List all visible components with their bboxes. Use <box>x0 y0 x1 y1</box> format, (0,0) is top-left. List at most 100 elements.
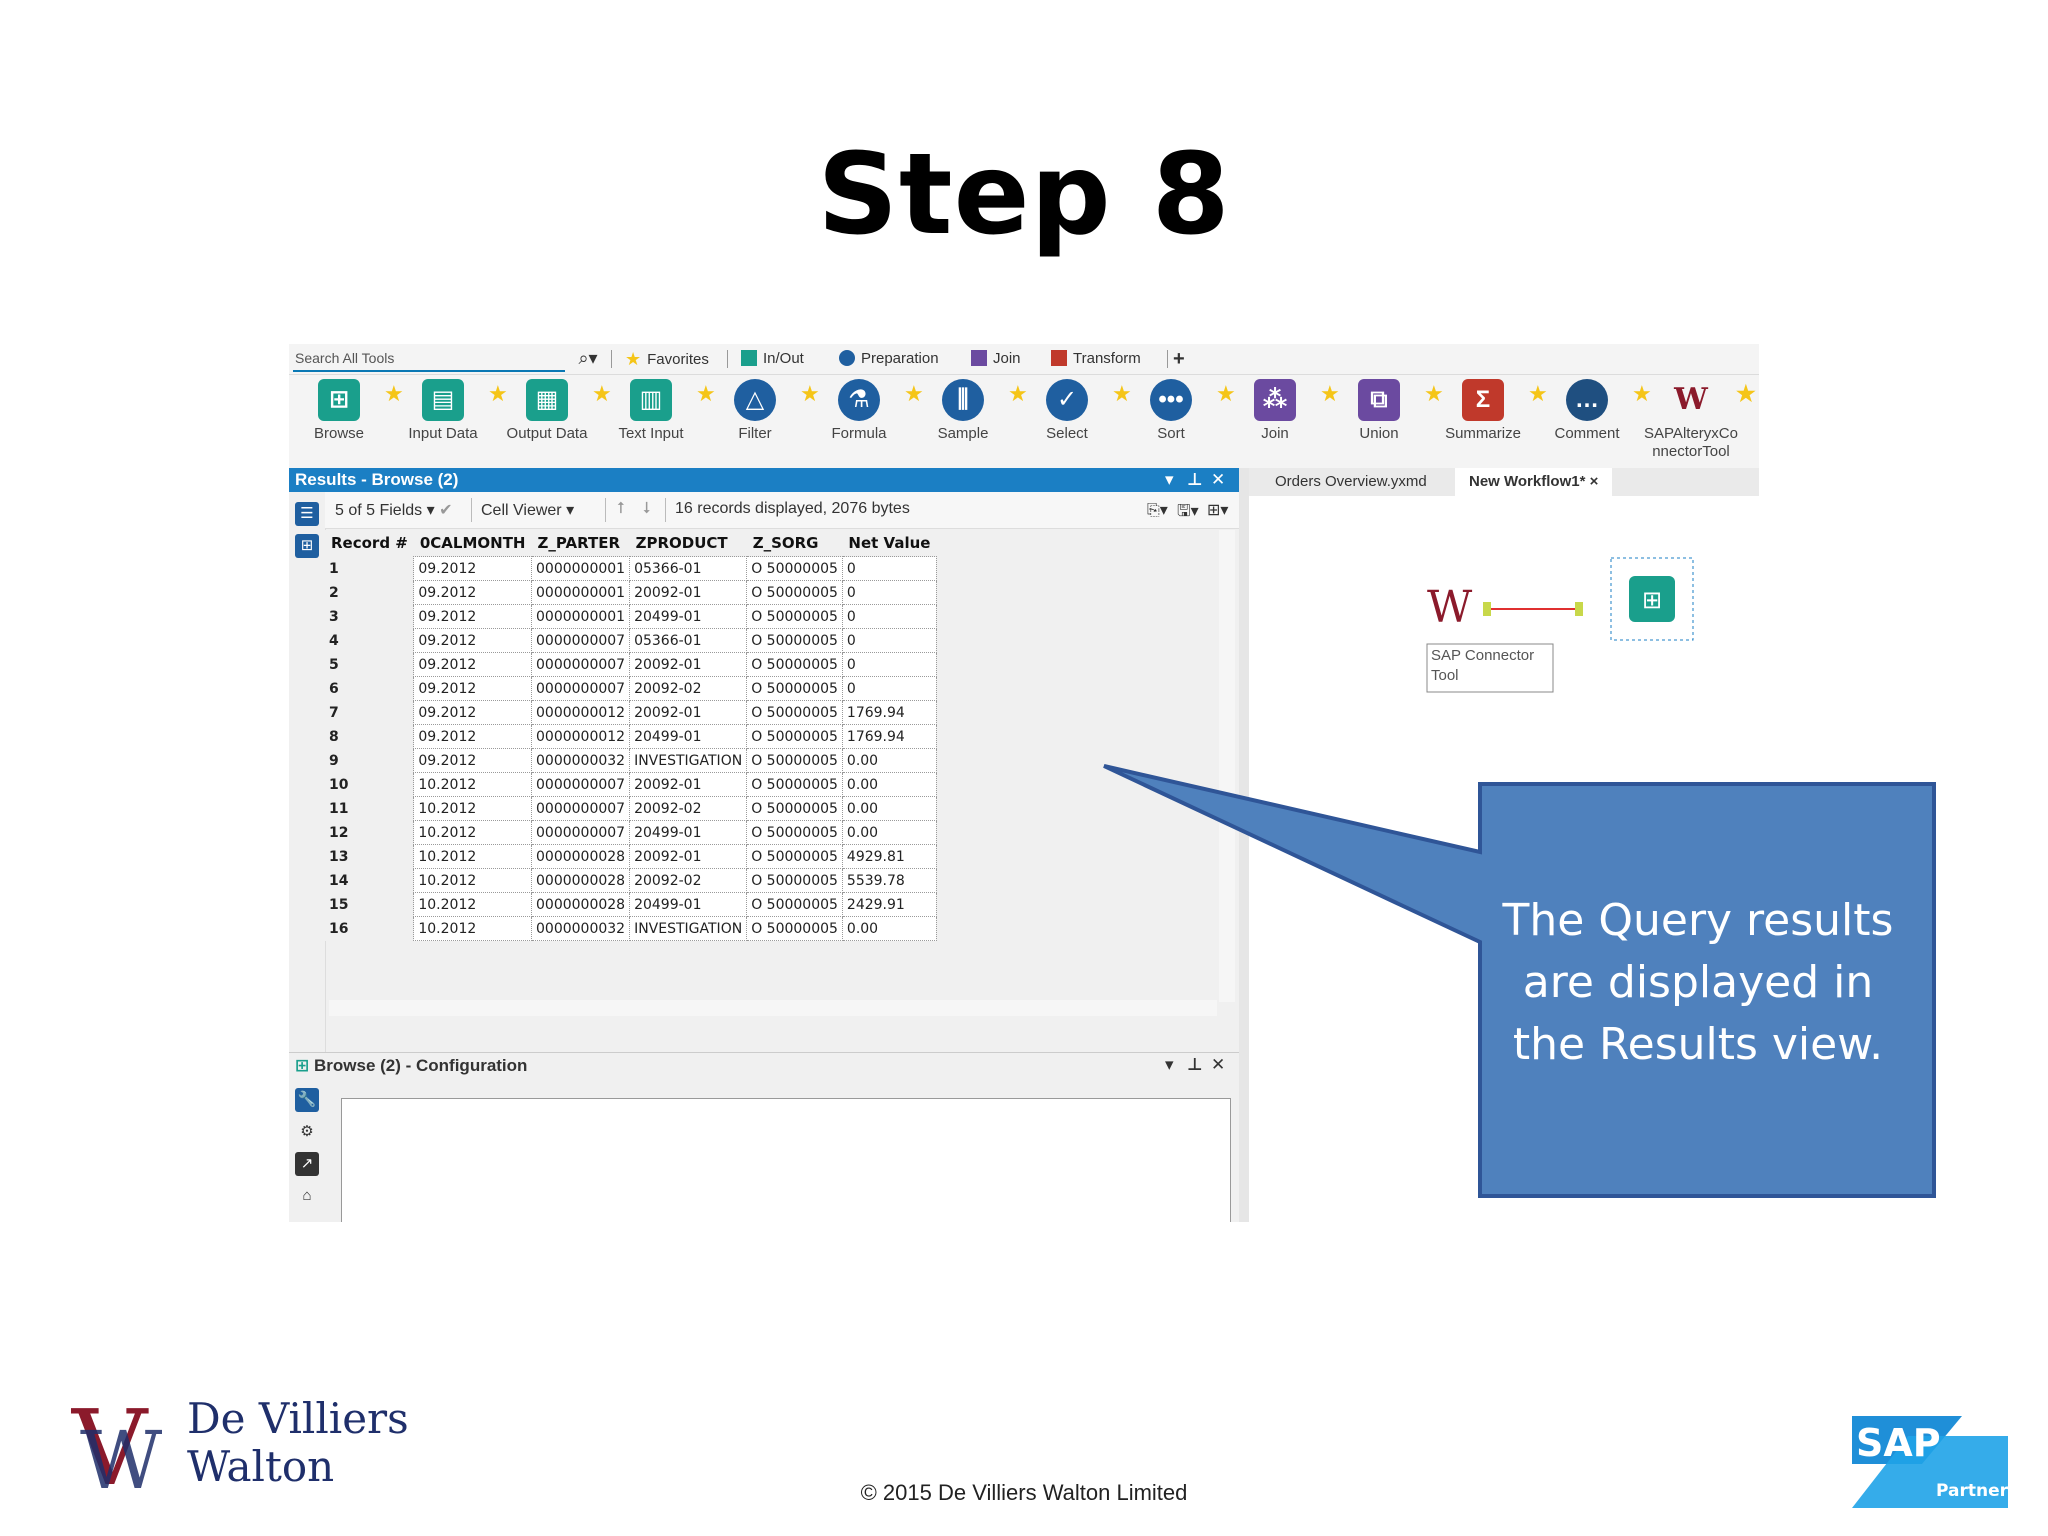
table-cell[interactable]: O 50000005 <box>746 820 843 845</box>
tool-sap-connector[interactable]: W ★ SAPAlteryxCo nnectorTool <box>1641 379 1756 461</box>
table-cell[interactable]: 0000000007 <box>530 676 631 701</box>
table-cell[interactable]: O 50000005 <box>746 892 843 917</box>
input-anchor[interactable] <box>1575 602 1583 616</box>
table-cell[interactable]: 09.2012 <box>413 652 532 677</box>
tool-sample[interactable]: ⫼ ★ Sample <box>913 379 1028 443</box>
table-cell[interactable]: 0000000007 <box>530 820 631 845</box>
table-cell[interactable]: 09.2012 <box>413 748 532 773</box>
table-cell[interactable]: O 50000005 <box>746 772 843 797</box>
table-cell[interactable]: INVESTIGATION <box>629 748 748 773</box>
table-cell[interactable]: O 50000005 <box>746 868 843 893</box>
tool-summarize[interactable]: Σ ★ Summarize <box>1433 379 1548 443</box>
gear-icon[interactable]: ⚙ <box>295 1120 319 1144</box>
tool-union[interactable]: ⧉ ★ Union <box>1329 379 1444 443</box>
pin-icon[interactable]: ⊥ <box>1187 468 1203 492</box>
tool-output-data[interactable]: ▦ ★ Output Data <box>497 379 612 443</box>
list-view-icon[interactable]: ☰ <box>295 502 319 526</box>
search-icon[interactable]: ⌕▾ <box>571 346 605 370</box>
table-cell[interactable]: INVESTIGATION <box>629 916 748 941</box>
tool-browse[interactable]: ⊞ ★ Browse <box>289 379 404 443</box>
table-cell[interactable]: O 50000005 <box>746 844 843 869</box>
table-cell[interactable]: 20092-02 <box>629 868 748 893</box>
table-cell[interactable]: 5539.78 <box>841 868 937 893</box>
table-cell[interactable]: 4929.81 <box>841 844 937 869</box>
table-cell[interactable]: 0.00 <box>841 916 937 941</box>
table-cell[interactable]: 0 <box>841 676 937 701</box>
table-cell[interactable]: 09.2012 <box>413 580 532 605</box>
table-cell[interactable]: 1769.94 <box>841 724 937 749</box>
column-header[interactable]: Net Value <box>842 530 937 557</box>
table-row[interactable]: 9 09.2012 0000000032 INVESTIGATION O 5000000… <box>325 748 937 773</box>
table-cell[interactable]: 10.2012 <box>413 892 532 917</box>
table-cell[interactable]: 20092-02 <box>629 796 748 821</box>
table-cell[interactable]: 09.2012 <box>413 676 532 701</box>
tab-favorites[interactable]: ★ Favorites <box>625 348 709 370</box>
table-cell[interactable]: 0000000012 <box>530 724 631 749</box>
tab-preparation[interactable]: Preparation <box>839 348 939 370</box>
table-cell[interactable]: 0.00 <box>841 772 937 797</box>
table-cell[interactable]: 0 <box>841 556 937 581</box>
table-cell[interactable]: O 50000005 <box>746 604 843 629</box>
cell-viewer-dropdown[interactable]: Cell Viewer ▾ <box>481 500 574 520</box>
tab-in-out[interactable]: In/Out <box>741 348 804 370</box>
table-cell[interactable]: 20092-01 <box>629 580 748 605</box>
table-row[interactable]: 15 10.2012 0000000028 20499-01 O 50000005 242… <box>325 892 937 917</box>
table-cell[interactable]: O 50000005 <box>746 556 843 581</box>
table-cell[interactable]: O 50000005 <box>746 724 843 749</box>
table-cell[interactable]: O 50000005 <box>746 700 843 725</box>
table-cell[interactable]: 20499-01 <box>629 604 748 629</box>
table-row[interactable]: 13 10.2012 0000000028 20092-01 O 50000005 492… <box>325 844 937 869</box>
binoculars-icon[interactable]: ⊞ <box>295 534 319 558</box>
column-header[interactable]: Z_PARTER <box>531 530 630 557</box>
table-cell[interactable]: 10.2012 <box>413 796 532 821</box>
table-cell[interactable]: 0000000001 <box>530 604 631 629</box>
table-cell[interactable]: 10.2012 <box>413 844 532 869</box>
table-row[interactable]: 4 09.2012 0000000007 05366-01 O 50000005 0 <box>325 628 937 653</box>
table-cell[interactable]: 0000000007 <box>530 652 631 677</box>
table-cell[interactable]: 0.00 <box>841 820 937 845</box>
tool-sort[interactable]: ••• ★ Sort <box>1121 379 1236 443</box>
table-cell[interactable]: O 50000005 <box>746 652 843 677</box>
add-category-button[interactable]: + <box>1173 348 1185 370</box>
table-row[interactable]: 12 10.2012 0000000007 20499-01 O 50000005 0.0… <box>325 820 937 845</box>
table-cell[interactable]: 0000000032 <box>530 916 631 941</box>
search-tools-input[interactable]: Search All Tools <box>293 346 565 372</box>
sort-down-icon[interactable]: ⭣ <box>643 500 651 518</box>
table-cell[interactable]: O 50000005 <box>746 580 843 605</box>
table-cell[interactable]: 0000000028 <box>530 892 631 917</box>
table-cell[interactable]: 0.00 <box>841 748 937 773</box>
table-cell[interactable]: 2429.91 <box>841 892 937 917</box>
table-cell[interactable]: 0000000007 <box>530 628 631 653</box>
table-cell[interactable]: 09.2012 <box>413 700 532 725</box>
table-cell[interactable]: 05366-01 <box>629 556 748 581</box>
table-cell[interactable]: 0 <box>841 604 937 629</box>
table-cell[interactable]: 1769.94 <box>841 700 937 725</box>
sort-up-icon[interactable]: ⭡ <box>617 500 625 518</box>
table-cell[interactable]: 20499-01 <box>629 820 748 845</box>
tool-formula[interactable]: ⚗ ★ Formula <box>809 379 924 443</box>
table-cell[interactable]: 0000000001 <box>530 580 631 605</box>
table-cell[interactable]: 20499-01 <box>629 724 748 749</box>
table-cell[interactable]: 09.2012 <box>413 556 532 581</box>
table-cell[interactable]: 0 <box>841 580 937 605</box>
table-cell[interactable]: 20499-01 <box>629 892 748 917</box>
table-cell[interactable]: 0000000028 <box>530 844 631 869</box>
chevron-down-icon[interactable]: ▾ <box>1165 468 1174 492</box>
table-cell[interactable]: 0.00 <box>841 796 937 821</box>
table-row[interactable]: 11 10.2012 0000000007 20092-02 O 50000005 0.0… <box>325 796 937 821</box>
table-cell[interactable]: O 50000005 <box>746 796 843 821</box>
table-cell[interactable]: 0000000007 <box>530 772 631 797</box>
column-header[interactable]: Z_SORG <box>746 530 843 557</box>
table-cell[interactable]: 0 <box>841 652 937 677</box>
tab-orders-overview[interactable]: Orders Overview.yxmd <box>1261 468 1441 496</box>
copy-icon[interactable]: ⎘▾ <box>1147 500 1168 520</box>
table-row[interactable]: 7 09.2012 0000000012 20092-01 O 50000005 1769… <box>325 700 937 725</box>
table-cell[interactable]: 10.2012 <box>413 868 532 893</box>
column-header[interactable]: Record # <box>325 530 414 557</box>
table-cell[interactable]: 10.2012 <box>413 772 532 797</box>
table-cell[interactable]: 09.2012 <box>413 604 532 629</box>
fields-dropdown[interactable]: 5 of 5 Fields ▾ ✔ <box>335 500 452 520</box>
table-cell[interactable]: O 50000005 <box>746 676 843 701</box>
table-row[interactable]: 16 10.2012 0000000032 INVESTIGATION O 500000… <box>325 916 937 941</box>
close-icon[interactable]: ✕ <box>1211 468 1225 492</box>
